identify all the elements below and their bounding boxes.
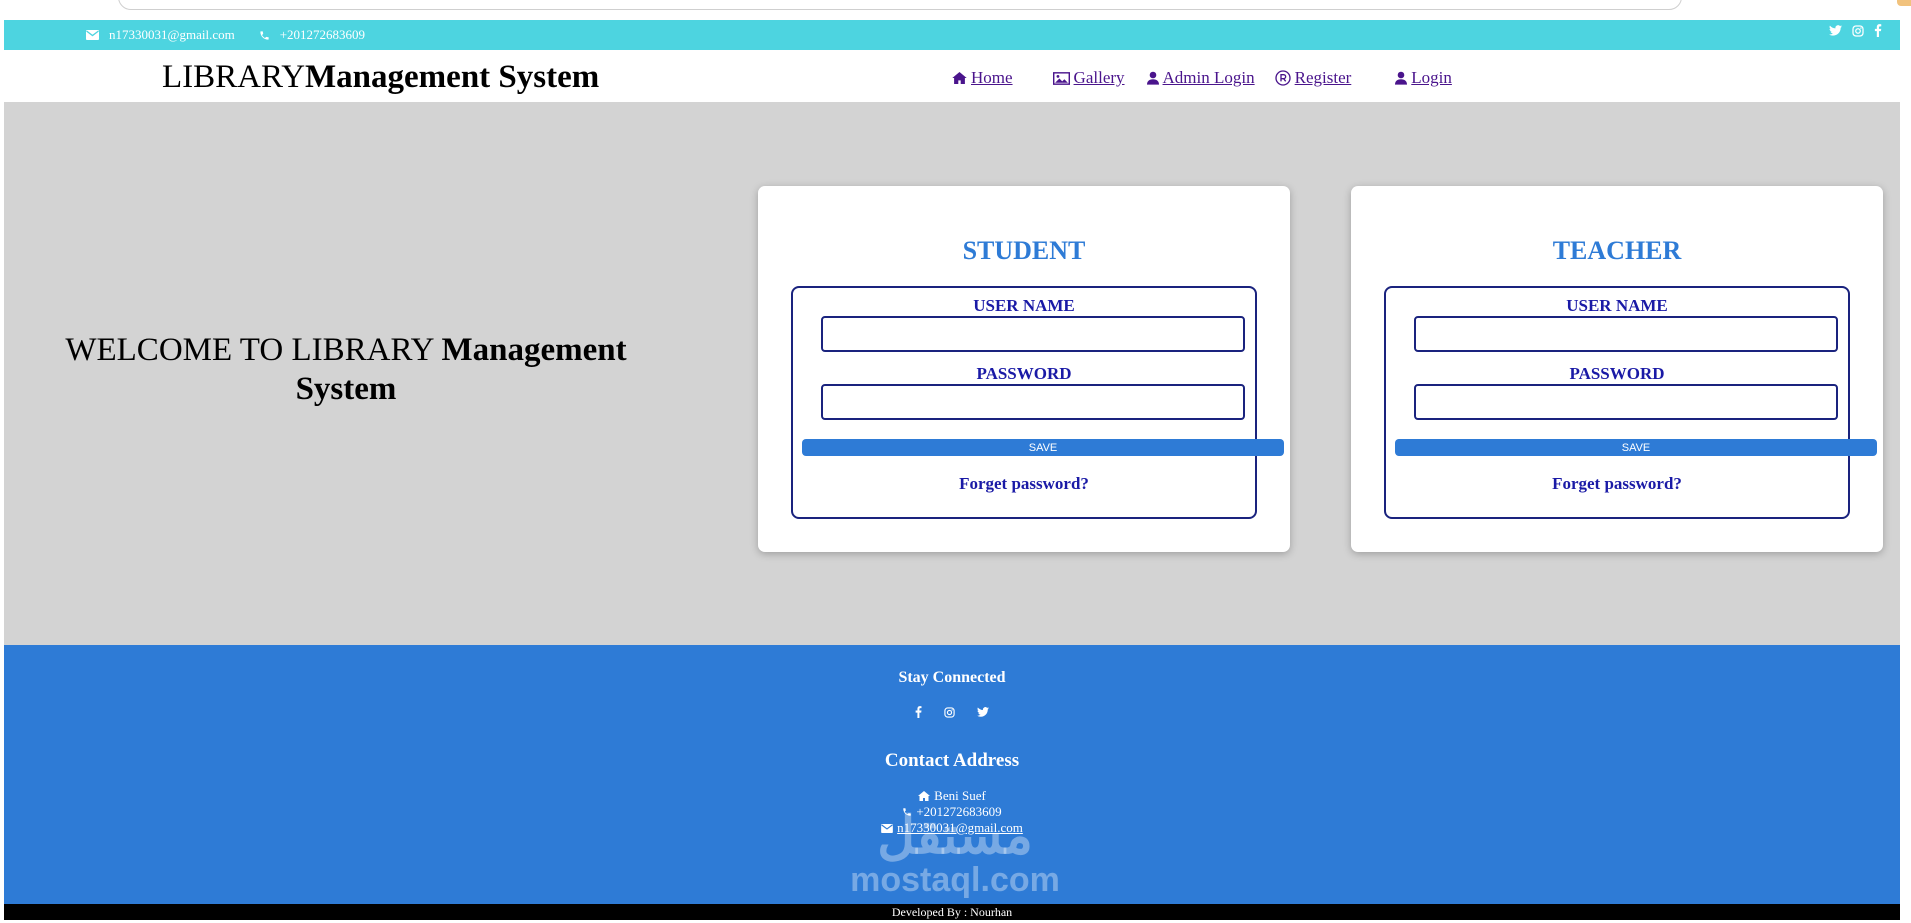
welcome-heading: WELCOME TO LIBRARY Management System [46,331,646,409]
user-icon [1395,71,1408,85]
student-username-input[interactable] [821,316,1245,352]
teacher-password-input[interactable] [1414,384,1838,420]
nav-admin-login-label: Admin Login [1162,68,1255,87]
page: n17330031@gmail.com +201272683609 LIBRAR… [4,20,1900,921]
brand-prefix: LIBRARY [162,59,306,95]
footer-address-line: Beni Suef [4,788,1900,804]
image-icon [1052,71,1070,85]
student-save-button[interactable]: SAVE [802,439,1284,456]
student-username-label: USER NAME [973,296,1075,315]
teacher-save-button[interactable]: SAVE [1395,439,1877,456]
site-brand[interactable]: LIBRARYManagement System [162,59,599,96]
home-icon [918,791,931,801]
browser-corner-icon [1897,0,1911,6]
student-login-form: USER NAME PASSWORD SAVE Forget password? [791,286,1284,519]
developed-by-bar: Developed By : Nourhan [4,904,1900,920]
browser-top-strip [0,0,1911,20]
site-header: LIBRARYManagement System Home Gallery Ad… [4,50,1900,102]
top-contact-info: n17330031@gmail.com +201272683609 [86,27,365,43]
teacher-password-label: PASSWORD [1569,364,1665,383]
facebook-icon[interactable] [1874,24,1882,37]
nav-home[interactable]: Home [952,68,1013,88]
teacher-username-label: USER NAME [1566,296,1668,315]
nav-register-label: Register [1294,68,1352,87]
footer-address: Beni Suef [934,788,986,803]
user-icon [1146,71,1159,85]
teacher-card-title: TEACHER [1552,236,1682,265]
student-password-label: PASSWORD [976,364,1072,383]
nav-admin-login[interactable]: Admin Login [1146,68,1255,88]
nav-login[interactable]: Login [1395,68,1452,88]
watermark-arabic: مستقل [877,807,1033,865]
student-login-card: STUDENT USER NAME PASSWORD SAVE Forget p… [758,186,1290,552]
instagram-icon[interactable] [944,706,955,718]
nav-register[interactable]: Register [1274,68,1352,88]
top-phone: +201272683609 [279,27,366,42]
nav-login-label: Login [1411,68,1452,87]
watermark-latin: mostaql.com [850,861,1060,899]
mostaql-watermark: مستقل mostaql.com [840,810,1070,898]
teacher-login-card: TEACHER USER NAME PASSWORD SAVE Forget p… [1351,186,1883,552]
nav-gallery[interactable]: Gallery [1052,68,1125,88]
main-nav: Home Gallery Admin Login Register Login [952,68,1452,88]
top-contact-bar: n17330031@gmail.com +201272683609 [4,20,1900,50]
hero-section: WELCOME TO LIBRARY Management System STU… [4,102,1900,645]
footer-social-links [4,706,1900,718]
phone-icon [259,30,270,41]
student-card-title: STUDENT [962,236,1086,265]
stay-connected-heading: Stay Connected [898,669,1006,686]
student-password-input[interactable] [821,384,1245,420]
twitter-icon[interactable] [977,706,989,718]
envelope-icon [86,30,99,40]
teacher-forgot-password-link[interactable]: Forget password? [1386,474,1848,494]
instagram-icon[interactable] [1852,24,1864,37]
home-icon [952,72,967,84]
top-email: n17330031@gmail.com [109,27,235,42]
contact-address-heading: Contact Address [884,750,1020,771]
teacher-username-input[interactable] [1414,316,1838,352]
nav-gallery-label: Gallery [1073,68,1125,87]
welcome-prefix: WELCOME TO LIBRARY [65,332,442,368]
top-social-links [1829,24,1882,37]
brand-bold: Management System [305,59,600,95]
registered-icon [1274,70,1291,86]
twitter-icon[interactable] [1829,24,1842,37]
nav-home-label: Home [971,68,1013,87]
facebook-icon[interactable] [915,706,922,718]
student-forgot-password-link[interactable]: Forget password? [793,474,1255,494]
browser-address-bar[interactable] [118,0,1682,10]
teacher-login-form: USER NAME PASSWORD SAVE Forget password? [1384,286,1877,519]
